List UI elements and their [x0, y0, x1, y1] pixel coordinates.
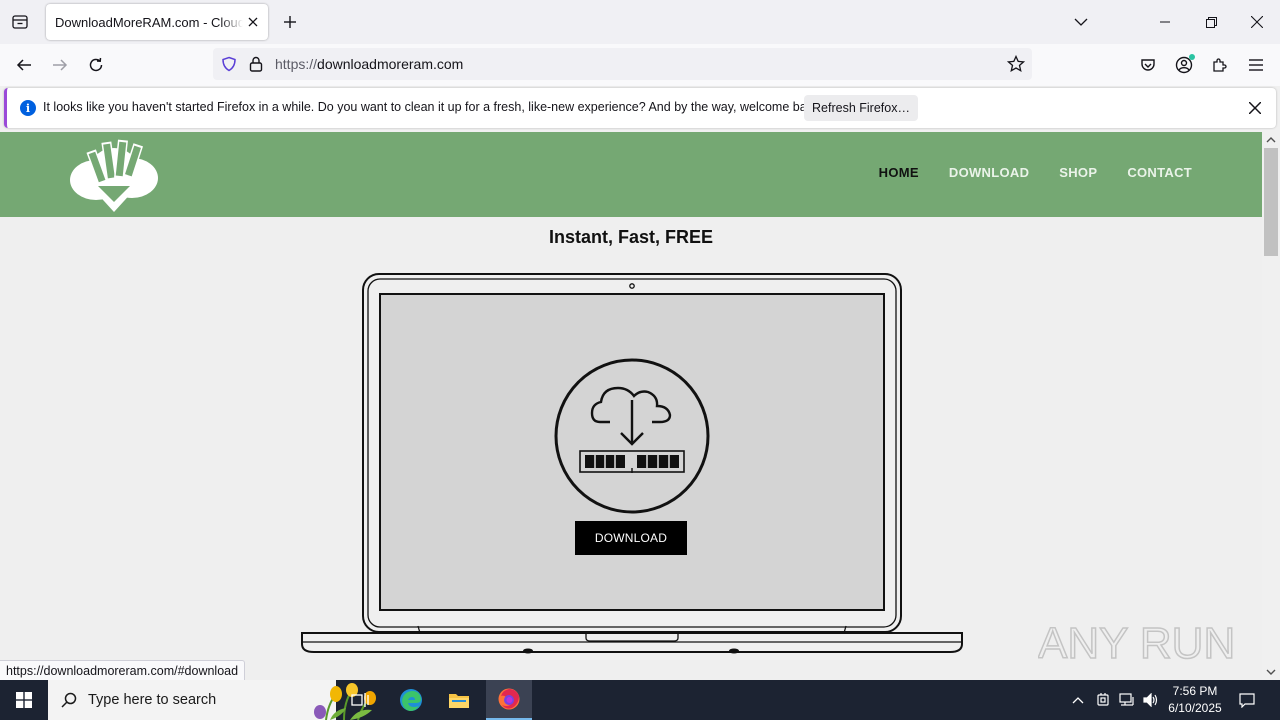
puzzle-icon: [1213, 58, 1227, 72]
start-button[interactable]: [0, 680, 48, 720]
file-explorer-taskbar-button[interactable]: [436, 680, 482, 720]
tab-close-button[interactable]: [244, 13, 262, 31]
arrow-left-icon: [16, 59, 31, 71]
nav-home[interactable]: HOME: [879, 165, 919, 180]
scroll-down-button[interactable]: [1262, 664, 1280, 680]
restore-icon: [1205, 16, 1217, 28]
search-icon: [61, 692, 77, 708]
app-menu-button[interactable]: [1242, 51, 1270, 79]
tab-overflow-button[interactable]: [1058, 0, 1104, 44]
info-icon: i: [20, 100, 36, 116]
hamburger-menu-icon: [1249, 59, 1263, 71]
show-hidden-icons-button[interactable]: [1068, 680, 1088, 720]
download-ram-logo[interactable]: [68, 136, 160, 214]
device-icon: [1097, 693, 1109, 706]
browser-tab-active[interactable]: DownloadMoreRAM.com - CloudRAM 2.0: [46, 4, 268, 40]
reload-icon: [89, 57, 103, 72]
task-view-icon: [351, 693, 369, 707]
clock-time: 7:56 PM: [1172, 684, 1218, 698]
plus-icon: [284, 16, 296, 28]
pocket-button[interactable]: [1134, 51, 1162, 79]
tray-device-button[interactable]: [1092, 680, 1114, 720]
download-button[interactable]: DOWNLOAD: [575, 521, 687, 555]
close-icon: [248, 17, 258, 27]
edge-taskbar-button[interactable]: [388, 680, 434, 720]
watermark-text: ANY RUN: [1038, 619, 1235, 668]
search-placeholder: Type here to search: [88, 692, 217, 708]
nav-contact[interactable]: CONTACT: [1127, 165, 1192, 180]
shield-icon: [222, 56, 236, 72]
clock-date: 6/10/2025: [1168, 701, 1222, 715]
notification-message: It looks like you haven't started Firefo…: [43, 100, 823, 114]
notification-dot: [1189, 54, 1195, 60]
new-tab-button[interactable]: [278, 10, 302, 34]
edge-icon: [400, 689, 422, 711]
minimize-button[interactable]: [1142, 0, 1188, 44]
laptop-illustration: [301, 273, 963, 654]
tab-title: DownloadMoreRAM.com - CloudRAM 2.0: [55, 14, 243, 30]
bookmark-star-icon[interactable]: [1007, 55, 1025, 73]
network-button[interactable]: [1116, 680, 1138, 720]
reload-button[interactable]: [82, 51, 110, 79]
site-header: HOME DOWNLOAD SHOP CONTACT: [0, 132, 1262, 217]
action-center-button[interactable]: [1232, 680, 1262, 720]
lock-icon: [249, 56, 263, 72]
nav-download[interactable]: DOWNLOAD: [949, 165, 1029, 180]
firefox-taskbar-button[interactable]: [486, 680, 532, 720]
tab-strip: DownloadMoreRAM.com - CloudRAM 2.0: [0, 0, 1280, 44]
forward-button[interactable]: [46, 51, 74, 79]
refresh-firefox-button[interactable]: Refresh Firefox…: [804, 95, 918, 121]
web-content: HOME DOWNLOAD SHOP CONTACT Instant, Fast…: [0, 132, 1280, 680]
window-close-button[interactable]: [1234, 0, 1280, 44]
chevron-down-icon: [1074, 18, 1088, 26]
chevron-up-icon: [1266, 137, 1276, 143]
taskbar-search-box[interactable]: Type here to search: [48, 680, 376, 720]
restore-button[interactable]: [1188, 0, 1234, 44]
list-all-tabs-button[interactable]: [8, 10, 32, 34]
hero-title: Instant, Fast, FREE: [548, 227, 714, 247]
nav-shop[interactable]: SHOP: [1059, 165, 1097, 180]
navigation-toolbar: https://downloadmoreram.com: [0, 44, 1280, 86]
account-button[interactable]: [1170, 51, 1198, 79]
volume-button[interactable]: [1140, 680, 1162, 720]
arrow-right-icon: [53, 59, 68, 71]
link-status-url: https://downloadmoreram.com/#download: [0, 660, 246, 680]
scroll-up-button[interactable]: [1262, 132, 1280, 148]
windows-taskbar: Type here to search 7:56 PM 6/10/2025: [0, 680, 1280, 720]
notification-icon: [1239, 693, 1255, 708]
system-clock[interactable]: 7:56 PM 6/10/2025: [1160, 683, 1230, 717]
extensions-button[interactable]: [1206, 51, 1234, 79]
speaker-icon: [1143, 693, 1158, 707]
minimize-icon: [1160, 21, 1170, 23]
windows-logo-icon: [16, 692, 32, 708]
url-text[interactable]: https://downloadmoreram.com: [275, 56, 463, 72]
notification-close-button[interactable]: [1245, 98, 1265, 118]
task-view-button[interactable]: [337, 680, 383, 720]
address-bar[interactable]: https://downloadmoreram.com: [213, 48, 1032, 80]
back-button[interactable]: [10, 51, 38, 79]
cloud-download-icon: [554, 358, 710, 514]
folder-icon: [449, 694, 469, 708]
firefox-icon: [498, 688, 520, 710]
site-nav: HOME DOWNLOAD SHOP CONTACT: [879, 165, 1192, 180]
tab-list-icon: [12, 15, 28, 29]
url-host: downloadmoreram.com: [317, 56, 464, 72]
anyrun-watermark: ANY RUN: [1038, 618, 1236, 669]
chevron-up-icon: [1072, 696, 1084, 703]
pocket-icon: [1141, 59, 1155, 71]
scroll-thumb[interactable]: [1264, 148, 1278, 256]
vertical-scrollbar[interactable]: [1262, 132, 1280, 680]
url-protocol: https://: [275, 56, 318, 72]
network-icon: [1119, 693, 1134, 706]
close-icon: [1249, 102, 1261, 114]
refresh-firefox-notification: i It looks like you haven't started Fire…: [4, 88, 1276, 128]
chevron-down-icon: [1266, 669, 1276, 675]
close-icon: [1251, 16, 1263, 28]
